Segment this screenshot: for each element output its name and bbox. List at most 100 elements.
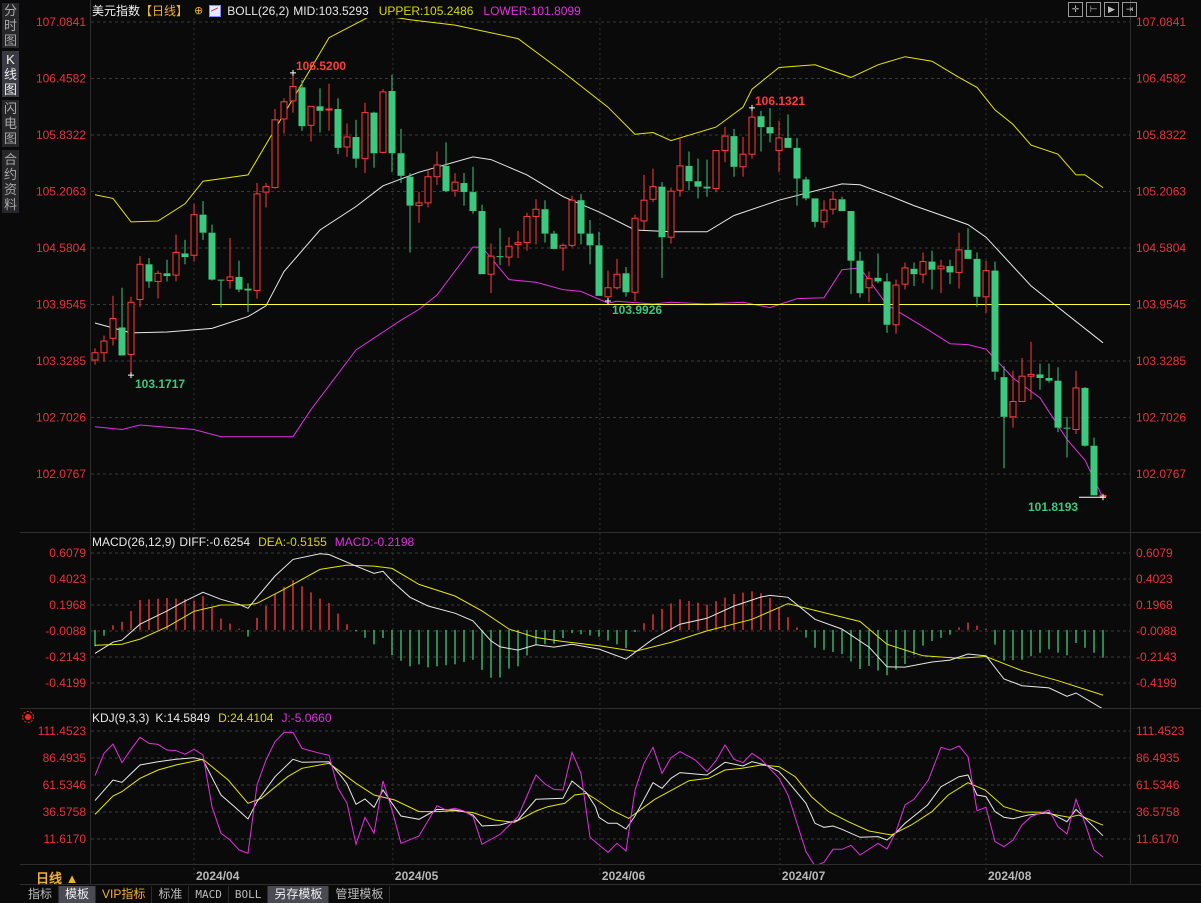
candle-body [325, 108, 333, 111]
candle [163, 259, 171, 282]
candle [577, 193, 585, 245]
candle-body [1000, 377, 1008, 417]
candle [307, 105, 315, 142]
macd-tick-label-left: 0.1968 [49, 598, 86, 612]
price-tick-label-left: 103.3285 [36, 354, 86, 368]
candle-body [847, 211, 855, 261]
move-right-icon[interactable]: ⇥ [1122, 2, 1137, 17]
view-sidebar: 分时图 K线图 闪电图 合约资料 [0, 0, 20, 215]
kdj-name[interactable]: KDJ(9,3,3) [92, 711, 149, 725]
candle [739, 137, 747, 177]
candle-body [370, 112, 378, 154]
candle-body [451, 181, 459, 191]
candle-body [802, 179, 810, 199]
boll-upper-value: UPPER:105.2486 [378, 3, 474, 18]
price-tick-label-right: 104.5804 [1136, 241, 1186, 255]
crosshair-icon[interactable]: ✛ [1068, 2, 1083, 17]
sidebar-tab-tick[interactable]: 闪电图 [2, 100, 19, 147]
candle-body [739, 153, 747, 168]
candle-body [550, 233, 558, 249]
candle-body [838, 199, 846, 212]
candle-body [145, 264, 153, 282]
candle-body [712, 150, 720, 189]
add-compare-icon[interactable]: ⊕ [194, 4, 203, 17]
bottom-tab[interactable]: MACD [189, 886, 229, 903]
candle-body [541, 209, 549, 234]
bottom-tab[interactable]: 标准 [152, 886, 190, 903]
bottom-tab[interactable]: 模板 [59, 886, 97, 903]
play-icon[interactable]: ▶ [1104, 2, 1119, 17]
chart-canvas[interactable]: 107.0841 107.0841 106.4582 106.4582 105.8322… [0, 0, 1201, 903]
candle-body [865, 278, 873, 289]
boll-mid-value: MID:103.5293 [293, 3, 369, 18]
kdj-plot [94, 731, 1104, 864]
bottom-tab[interactable]: BOLL [229, 886, 269, 903]
sidebar-tab-timeshare[interactable]: 分时图 [2, 3, 19, 48]
candle [343, 123, 351, 157]
candle [271, 109, 279, 189]
candle-body [271, 119, 279, 189]
candle-body [361, 112, 369, 160]
candle-body [937, 265, 945, 270]
candle-body [1072, 387, 1080, 430]
candle [964, 228, 972, 259]
macd-diff-value: DIFF:-0.6254 [179, 535, 251, 549]
date-tick-label: 2024/04 [196, 869, 240, 883]
kdj-settings-icon[interactable] [22, 711, 34, 723]
sidebar-tab-kline[interactable]: K线图 [2, 51, 19, 97]
kdj-d-value: D:24.4104 [218, 711, 274, 725]
macd-tick-label-right: -0.4199 [1136, 676, 1177, 690]
candle-body [280, 101, 288, 120]
macd-tick-label-left: 0.6079 [49, 546, 86, 560]
candle [352, 119, 360, 168]
candle-body [523, 215, 531, 244]
price-tick-label-right: 102.7026 [1136, 411, 1186, 425]
candle-body [514, 242, 522, 245]
candle [811, 198, 819, 228]
candle-body [208, 232, 216, 280]
candle [1027, 341, 1035, 400]
kdj-j-line [94, 731, 1104, 864]
candle-body [478, 211, 486, 275]
candle-body [136, 263, 144, 300]
macd-tick-label-left: -0.4199 [45, 676, 86, 690]
candle-body [568, 199, 576, 246]
candle-body [1045, 378, 1053, 381]
price-tick-label-right: 103.9545 [1136, 297, 1186, 311]
candle-body [343, 136, 351, 148]
boll-label[interactable]: BOLL(26,2) [227, 4, 289, 18]
candle-body [190, 214, 198, 256]
bottom-tab[interactable]: VIP指标 [96, 886, 153, 903]
sidebar-tab-label: K线图 [4, 51, 18, 97]
candle-body [622, 273, 630, 293]
price-tick-label-left: 103.9545 [36, 297, 86, 311]
candle-body [946, 266, 954, 273]
zoom-range-icon[interactable]: ⊢ [1086, 2, 1101, 17]
candle [361, 102, 369, 174]
bottom-tab[interactable]: 管理模板 [329, 886, 391, 903]
macd-name[interactable]: MACD(26,12,9) [92, 535, 175, 549]
candle [1063, 416, 1071, 458]
candle-body [883, 281, 891, 325]
candle-body [757, 116, 765, 128]
candle-body [955, 249, 963, 273]
candle [181, 239, 189, 265]
sidebar-tab-contract-info[interactable]: 合约资料 [2, 150, 19, 213]
indicator-chart-icon[interactable] [209, 4, 222, 17]
bottom-tab[interactable]: 指标 [22, 886, 60, 903]
price-tick-label-right: 105.2063 [1136, 185, 1186, 199]
candle [217, 279, 225, 308]
candle-body [487, 255, 495, 275]
candle [955, 232, 963, 289]
candle [631, 214, 639, 302]
candle-body [1063, 427, 1071, 429]
period-switch[interactable]: 日线 ▲ [36, 868, 78, 887]
candle [586, 220, 594, 265]
price-tick-label-left: 105.2063 [36, 185, 86, 199]
candle [325, 83, 333, 131]
bottom-tab[interactable]: 另存模板 [268, 886, 330, 903]
candle [712, 150, 720, 193]
candle [1090, 437, 1098, 496]
candle-body [109, 317, 117, 339]
candle [145, 257, 153, 288]
